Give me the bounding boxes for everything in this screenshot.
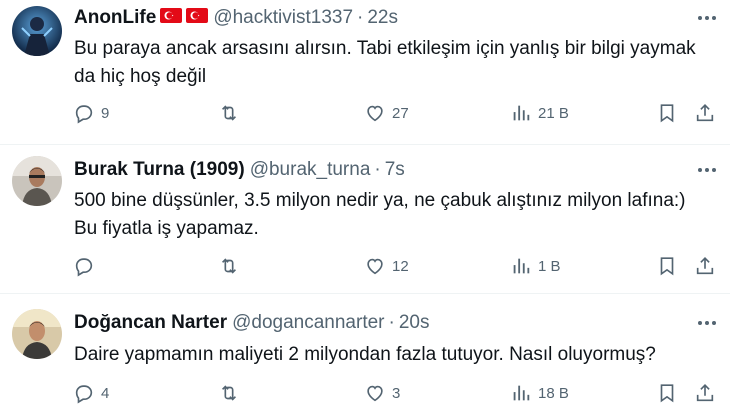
reply-button[interactable] bbox=[73, 251, 101, 281]
timestamp[interactable]: 20s bbox=[399, 312, 430, 334]
timestamp[interactable]: 22s bbox=[367, 7, 398, 29]
retweet-icon bbox=[221, 385, 237, 401]
retweet-button[interactable] bbox=[218, 251, 246, 281]
user-handle[interactable]: @burak_turna bbox=[250, 159, 371, 181]
separator-dot: · bbox=[374, 159, 381, 180]
avatar[interactable] bbox=[12, 6, 62, 56]
retweet-button[interactable] bbox=[218, 378, 246, 408]
reply-count: 9 bbox=[101, 104, 110, 122]
like-icon bbox=[367, 385, 383, 402]
avatar[interactable] bbox=[12, 156, 62, 206]
more-icon[interactable] bbox=[694, 160, 720, 180]
separator-dot: · bbox=[357, 7, 364, 28]
like-button[interactable]: 3 bbox=[364, 378, 400, 408]
reply-icon bbox=[75, 105, 93, 124]
views-icon bbox=[513, 258, 530, 274]
view-count: 1 B bbox=[538, 257, 561, 275]
share-button[interactable] bbox=[694, 378, 716, 408]
bookmark-icon bbox=[660, 104, 674, 123]
like-button[interactable]: 27 bbox=[364, 98, 409, 128]
tweet-actions: 12 1 B bbox=[0, 251, 730, 281]
like-icon bbox=[367, 258, 383, 275]
more-icon[interactable] bbox=[694, 313, 720, 333]
retweet-icon bbox=[221, 258, 237, 274]
display-name[interactable]: Doğancan Narter bbox=[74, 312, 227, 334]
views-button[interactable]: 21 B bbox=[510, 98, 569, 128]
reply-icon bbox=[75, 258, 93, 277]
like-icon bbox=[367, 105, 383, 122]
share-button[interactable] bbox=[694, 98, 716, 128]
views-button[interactable]: 1 B bbox=[510, 251, 561, 281]
reply-icon bbox=[75, 385, 93, 404]
view-count: 18 B bbox=[538, 384, 569, 402]
tweet-actions: 4 3 18 B bbox=[0, 378, 730, 408]
bookmark-button[interactable] bbox=[656, 98, 678, 128]
bookmark-button[interactable] bbox=[656, 251, 678, 281]
share-icon bbox=[696, 384, 714, 402]
bookmark-button[interactable] bbox=[656, 378, 678, 408]
user-handle[interactable]: @hacktivist1337 bbox=[213, 7, 353, 29]
reply-button[interactable]: 9 bbox=[73, 98, 109, 128]
timestamp[interactable]: 7s bbox=[385, 159, 405, 181]
tweet-text: Daire yapmamın maliyeti 2 milyondan fazl… bbox=[74, 344, 656, 365]
share-button[interactable] bbox=[694, 251, 716, 281]
tweet-text: Bu paraya ancak arsasını alırsın. Tabi e… bbox=[74, 38, 696, 87]
like-count: 3 bbox=[392, 384, 401, 402]
user-handle[interactable]: @dogancannarter bbox=[232, 312, 384, 334]
display-name[interactable]: Burak Turna (1909) bbox=[74, 159, 245, 181]
retweet-icon bbox=[221, 105, 237, 121]
share-icon bbox=[696, 104, 714, 122]
avatar[interactable] bbox=[12, 309, 62, 359]
reply-feed: AnonLife @hacktivist1337 · 22s Bu paraya… bbox=[0, 0, 730, 420]
tweet[interactable]: Burak Turna (1909) @burak_turna · 7s 500… bbox=[0, 145, 730, 293]
views-icon bbox=[513, 385, 530, 401]
bookmark-icon bbox=[660, 257, 674, 276]
tweet[interactable]: Doğancan Narter @dogancannarter · 20s Da… bbox=[0, 294, 730, 420]
reply-button[interactable]: 4 bbox=[73, 378, 109, 408]
display-name[interactable]: AnonLife bbox=[74, 7, 156, 29]
tweet[interactable]: AnonLife @hacktivist1337 · 22s Bu paraya… bbox=[0, 0, 730, 144]
like-count: 27 bbox=[392, 104, 409, 122]
more-icon[interactable] bbox=[694, 8, 720, 28]
reply-count: 4 bbox=[101, 384, 110, 402]
views-button[interactable]: 18 B bbox=[510, 378, 569, 408]
turkey-flag-icon bbox=[160, 7, 183, 29]
tweet-header: AnonLife @hacktivist1337 · 22s bbox=[74, 6, 398, 30]
tweet-text: 500 bine düşsünler, 3.5 milyon nedir ya,… bbox=[74, 190, 686, 239]
tweet-header: Doğancan Narter @dogancannarter · 20s bbox=[74, 311, 429, 335]
turkey-flag-icon bbox=[186, 7, 209, 29]
retweet-button[interactable] bbox=[218, 98, 246, 128]
like-button[interactable]: 12 bbox=[364, 251, 409, 281]
bookmark-icon bbox=[660, 384, 674, 403]
tweet-actions: 9 27 21 B bbox=[0, 98, 730, 128]
like-count: 12 bbox=[392, 257, 409, 275]
views-icon bbox=[513, 105, 530, 121]
separator-dot: · bbox=[388, 312, 395, 333]
share-icon bbox=[696, 257, 714, 275]
tweet-header: Burak Turna (1909) @burak_turna · 7s bbox=[74, 158, 405, 182]
view-count: 21 B bbox=[538, 104, 569, 122]
